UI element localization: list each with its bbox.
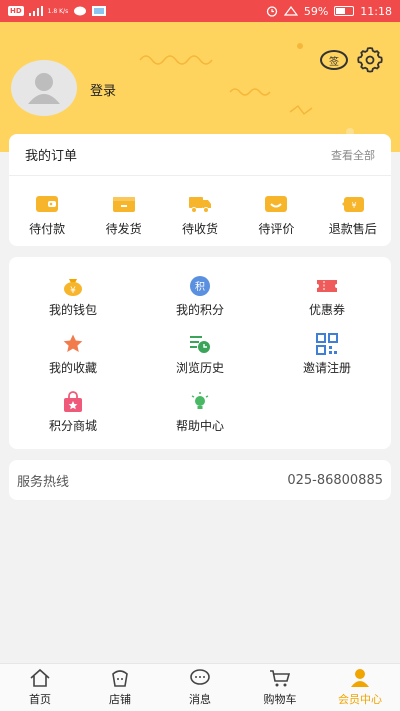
- avatar[interactable]: [11, 60, 77, 116]
- order-status-row: 待付款 待发货 待收货 待评价 ¥ 退款售后: [9, 176, 391, 237]
- order-pending-payment[interactable]: 待付款: [9, 194, 85, 237]
- shopping-bag-icon: [64, 391, 82, 412]
- service-label: 我的钱包: [48, 303, 97, 317]
- store-icon: [112, 670, 128, 687]
- hotline-number[interactable]: 025-86800885: [287, 473, 383, 488]
- service-label: 积分商城: [48, 419, 97, 433]
- alarm-icon: [266, 6, 277, 17]
- tab-store[interactable]: 店铺: [80, 664, 160, 711]
- svg-text:¥: ¥: [351, 201, 356, 210]
- image-notification-icon: [92, 6, 107, 16]
- refund-icon: ¥: [341, 197, 364, 212]
- signal-indicator: HD: [8, 6, 24, 16]
- wallet-icon: [36, 196, 59, 212]
- settings-button[interactable]: [357, 47, 383, 73]
- tab-member-center[interactable]: 会员中心: [320, 664, 400, 711]
- order-pending-shipment[interactable]: 待发货: [86, 194, 162, 237]
- signal-bars-icon: [28, 6, 43, 16]
- coupon-icon: [317, 280, 337, 292]
- lightbulb-icon: [191, 392, 209, 409]
- points-icon: 积: [190, 276, 210, 296]
- battery-percent: 59%: [303, 4, 329, 18]
- service-history[interactable]: 浏览历史: [140, 333, 260, 376]
- service-coupons[interactable]: 优惠券: [267, 275, 387, 318]
- gear-icon: [357, 47, 383, 73]
- tab-home[interactable]: 首页: [0, 664, 80, 711]
- history-icon: [190, 336, 210, 353]
- orders-card: 我的订单 查看全部 待付款 待发货 待收货 待评价 ¥ 退款售后: [9, 134, 391, 246]
- hotline-label: 服务热线: [17, 474, 70, 490]
- svg-text:¥: ¥: [70, 286, 76, 296]
- service-label: 邀请注册: [302, 361, 351, 375]
- sign-label: 签: [329, 56, 339, 68]
- order-item-label: 待发货: [105, 222, 142, 236]
- order-pending-receipt[interactable]: 待收货: [162, 194, 238, 237]
- service-points-mall[interactable]: 积分商城: [13, 391, 133, 434]
- service-help-center[interactable]: 帮助中心: [140, 391, 260, 434]
- clock: 11:18: [360, 4, 392, 18]
- review-icon: [265, 196, 288, 212]
- points-glyph: 积: [195, 281, 205, 293]
- truck-icon: [188, 197, 211, 213]
- orders-header: 我的订单 查看全部: [9, 134, 391, 176]
- status-bar: HD 1.8 K/s 59% 11:18: [0, 0, 400, 22]
- orders-title: 我的订单: [25, 149, 78, 164]
- box-icon: [112, 197, 135, 212]
- money-bag-icon: ¥: [64, 279, 82, 296]
- cart-icon: [270, 670, 291, 687]
- order-item-label: 待付款: [29, 222, 66, 236]
- tab-cart[interactable]: 购物车: [240, 664, 320, 711]
- chat-notification-icon: [74, 6, 87, 16]
- order-item-label: 待收货: [181, 222, 218, 236]
- service-my-wallet[interactable]: ¥ 我的钱包: [13, 275, 133, 318]
- order-item-label: 退款售后: [328, 222, 377, 236]
- sign-in-button[interactable]: 签: [320, 50, 348, 70]
- service-invite-register[interactable]: 邀请注册: [267, 333, 387, 376]
- network-speed: 1.8 K/s: [47, 7, 69, 15]
- service-label: 浏览历史: [175, 361, 224, 375]
- star-icon: [63, 334, 83, 352]
- tab-label: 店铺: [109, 693, 131, 706]
- vibrate-signal-icon: [283, 6, 298, 16]
- order-pending-review[interactable]: 待评价: [238, 194, 314, 237]
- tab-label: 消息: [189, 693, 211, 706]
- services-card: ¥ 我的钱包 积 我的积分 优惠券 我的收藏 浏览历史 邀请注册 积分商城 帮助…: [9, 257, 391, 449]
- home-icon: [30, 668, 50, 687]
- user-placeholder-icon: [28, 73, 60, 104]
- service-label: 我的积分: [175, 303, 224, 317]
- view-all-orders-link[interactable]: 查看全部: [331, 147, 375, 163]
- service-label: 帮助中心: [175, 419, 224, 433]
- service-hotline-row[interactable]: 服务热线 025-86800885: [9, 460, 391, 500]
- tab-label: 会员中心: [338, 693, 382, 706]
- service-label: 优惠券: [308, 303, 345, 317]
- login-link[interactable]: 登录: [90, 80, 116, 99]
- tab-label: 首页: [29, 693, 51, 706]
- order-item-label: 待评价: [258, 222, 295, 236]
- tab-label: 购物车: [263, 693, 297, 706]
- qr-code-icon: [316, 333, 338, 355]
- member-icon: [351, 669, 369, 687]
- tab-messages[interactable]: 消息: [160, 664, 240, 711]
- battery-icon: [334, 6, 355, 16]
- service-favorites[interactable]: 我的收藏: [13, 333, 133, 376]
- bottom-tab-bar: 首页 店铺 消息 购物车 会员中心: [0, 663, 400, 711]
- order-refund-after-sale[interactable]: ¥ 退款售后: [315, 194, 391, 237]
- message-icon: [190, 669, 210, 685]
- service-my-points[interactable]: 积 我的积分: [140, 275, 260, 318]
- service-label: 我的收藏: [48, 361, 97, 375]
